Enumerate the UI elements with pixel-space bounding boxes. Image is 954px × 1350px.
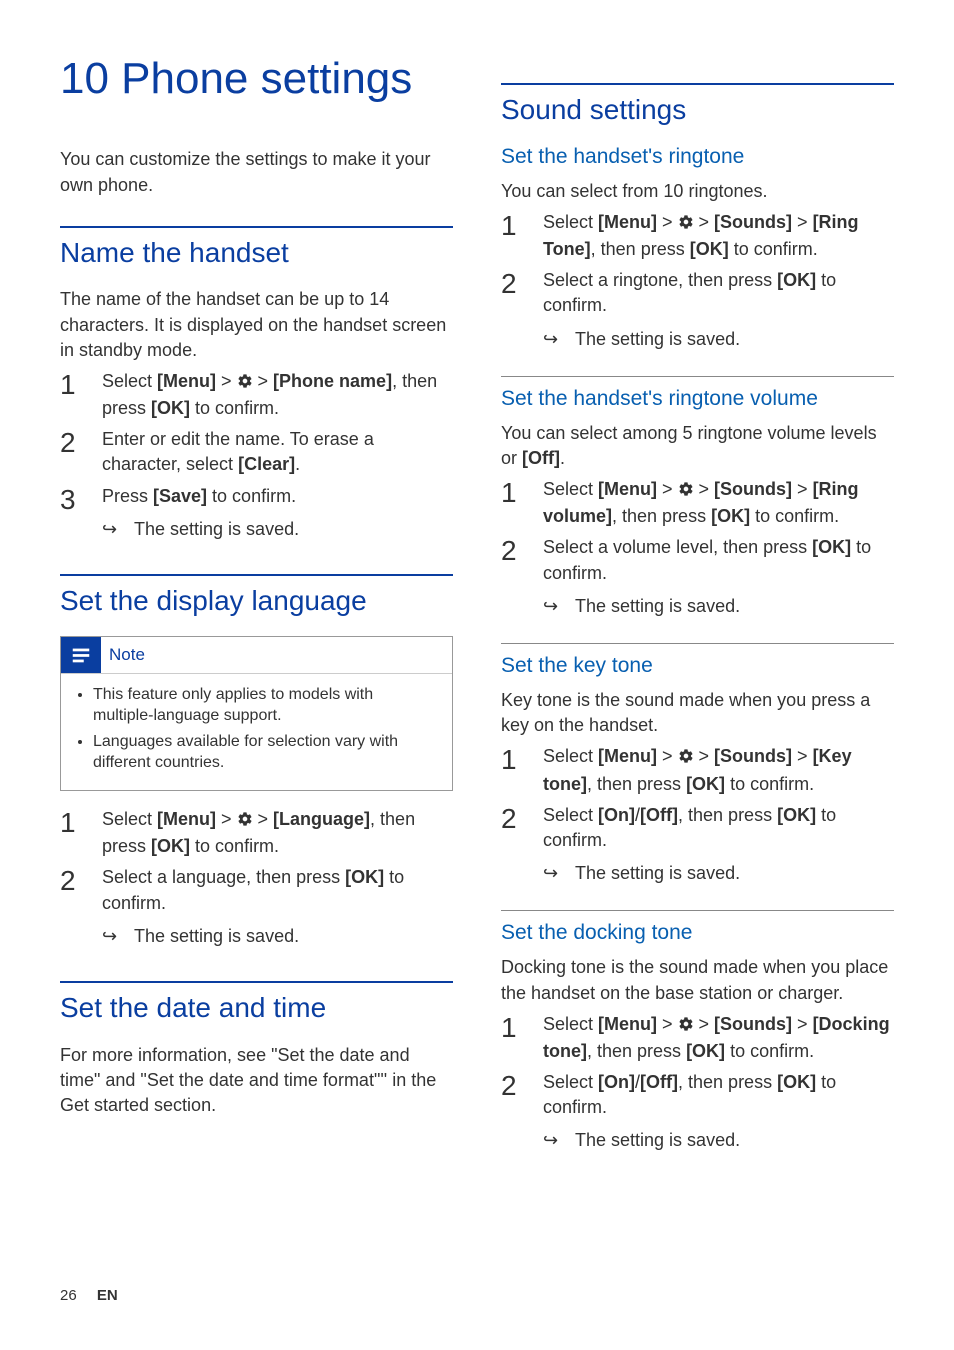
gear-icon <box>237 371 253 396</box>
display-language-steps: Select [Menu] > > [Language], then press… <box>60 807 453 916</box>
result-text: The setting is saved. <box>60 517 453 542</box>
section-display-language: Set the display language <box>60 574 453 618</box>
step-item: Select [On]/[Off], then press [OK] to co… <box>501 1070 894 1120</box>
step-item: Enter or edit the name. To erase a chara… <box>60 427 453 477</box>
note-item: This feature only applies to models with… <box>93 684 438 727</box>
docking-tone-desc: Docking tone is the sound made when you … <box>501 955 894 1005</box>
subsection-docking-tone: Set the docking tone <box>501 910 894 945</box>
chapter-title: 10 Phone settings <box>60 55 453 103</box>
ring-volume-desc: You can select among 5 ringtone volume l… <box>501 421 894 471</box>
gear-icon <box>678 479 694 504</box>
subsection-ring-volume: Set the handset's ringtone volume <box>501 376 894 411</box>
step-item: Select [Menu] > > [Language], then press… <box>60 807 453 859</box>
step-item: Select [Menu] > > [Sounds] > [Ring Tone]… <box>501 210 894 262</box>
note-item: Languages available for selection vary w… <box>93 731 438 774</box>
ringtone-desc: You can select from 10 ringtones. <box>501 179 894 204</box>
key-tone-steps: Select [Menu] > > [Sounds] > [Key tone],… <box>501 744 894 853</box>
step-item: Select a ringtone, then press [OK] to co… <box>501 268 894 318</box>
subsection-ringtone: Set the handset's ringtone <box>501 145 894 169</box>
section-name-handset: Name the handset <box>60 226 453 270</box>
page-footer: 26 EN <box>60 1287 118 1304</box>
page-number: 26 <box>60 1287 77 1304</box>
ringtone-steps: Select [Menu] > > [Sounds] > [Ring Tone]… <box>501 210 894 319</box>
name-handset-steps: Select [Menu] > > [Phone name], then pre… <box>60 369 453 509</box>
step-item: Select a language, then press [OK] to co… <box>60 865 453 915</box>
gear-icon <box>237 809 253 834</box>
note-box: Note This feature only applies to models… <box>60 636 453 791</box>
result-text: The setting is saved. <box>501 1128 894 1153</box>
chapter-intro: You can customize the settings to make i… <box>60 147 453 197</box>
note-label: Note <box>109 645 145 665</box>
key-tone-desc: Key tone is the sound made when you pres… <box>501 688 894 738</box>
note-icon <box>61 637 101 673</box>
result-text: The setting is saved. <box>501 594 894 619</box>
section-sound-settings: Sound settings <box>501 83 894 127</box>
docking-tone-steps: Select [Menu] > > [Sounds] > [Docking to… <box>501 1012 894 1121</box>
page-language: EN <box>97 1287 118 1304</box>
step-item: Select [Menu] > > [Phone name], then pre… <box>60 369 453 421</box>
date-time-desc: For more information, see "Set the date … <box>60 1043 453 1119</box>
step-item: Press [Save] to confirm. <box>60 484 453 509</box>
subsection-key-tone: Set the key tone <box>501 643 894 678</box>
step-item: Select [Menu] > > [Sounds] > [Docking to… <box>501 1012 894 1064</box>
name-handset-desc: The name of the handset can be up to 14 … <box>60 287 453 363</box>
step-item: Select [Menu] > > [Sounds] > [Ring volum… <box>501 477 894 529</box>
step-item: Select [On]/[Off], then press [OK] to co… <box>501 803 894 853</box>
manual-page: 10 Phone settings You can customize the … <box>0 0 954 1350</box>
result-text: The setting is saved. <box>501 861 894 886</box>
step-item: Select [Menu] > > [Sounds] > [Key tone],… <box>501 744 894 796</box>
result-text: The setting is saved. <box>60 924 453 949</box>
ring-volume-steps: Select [Menu] > > [Sounds] > [Ring volum… <box>501 477 894 586</box>
right-column: Sound settings Set the handset's rington… <box>501 55 894 1162</box>
step-item: Select a volume level, then press [OK] t… <box>501 535 894 585</box>
left-column: 10 Phone settings You can customize the … <box>60 55 453 1162</box>
section-date-time: Set the date and time <box>60 981 453 1025</box>
gear-icon <box>678 212 694 237</box>
gear-icon <box>678 1014 694 1039</box>
result-text: The setting is saved. <box>501 327 894 352</box>
gear-icon <box>678 746 694 771</box>
